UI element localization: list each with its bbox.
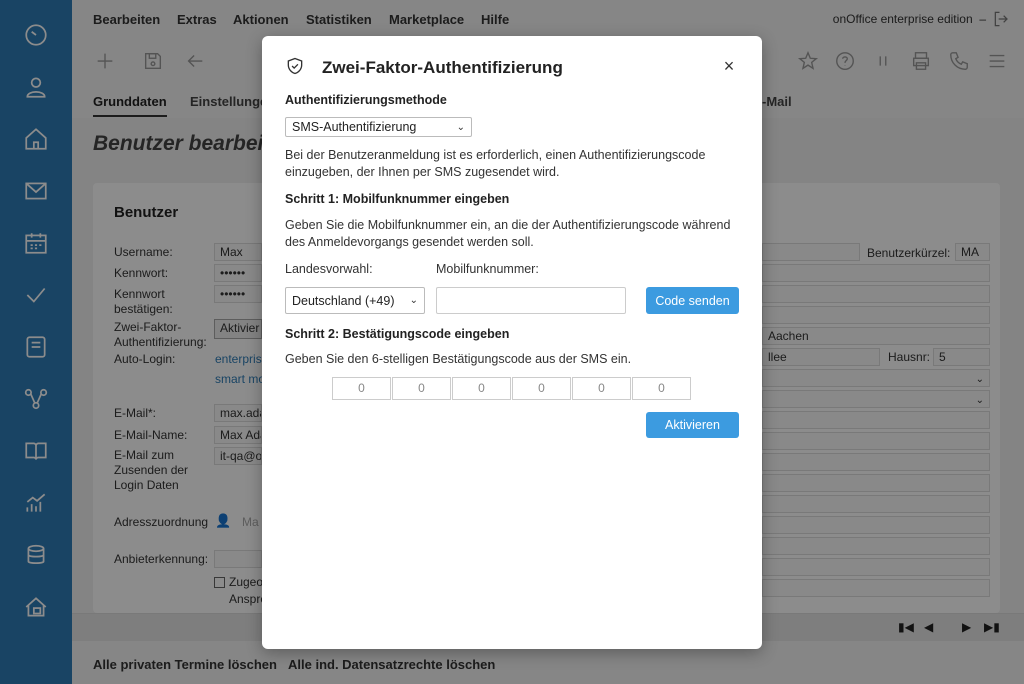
code-digit-3[interactable]: 0 [452,377,511,400]
code-digit-1[interactable]: 0 [332,377,391,400]
method-select-value: SMS-Authentifizierung [292,120,417,134]
mobile-number-label: Mobilfunknummer: [436,262,539,276]
country-code-label: Landesvorwahl: [285,262,373,276]
step2-title: Schritt 2: Bestätigungscode eingeben [285,327,510,341]
send-code-button[interactable]: Code senden [646,287,739,314]
method-label: Authentifizierungsmethode [285,93,447,107]
step2-text: Geben Sie den 6-stelligen Bestätigungsco… [285,352,632,366]
chevron-down-icon: ⌄ [456,121,465,133]
two-factor-dialog: Zwei-Faktor-Authentifizierung × Authenti… [262,36,762,649]
method-select[interactable]: SMS-Authentifizierung ⌄ [285,117,472,137]
activate-button[interactable]: Aktivieren [646,412,739,438]
chevron-down-icon: ⌄ [409,295,418,306]
code-digit-6[interactable]: 0 [632,377,691,400]
close-icon[interactable]: × [719,56,739,76]
step1-title: Schritt 1: Mobilfunknummer eingeben [285,192,510,206]
method-description: Bei der Benutzeranmeldung ist es erforde… [285,148,706,179]
code-digit-2[interactable]: 0 [392,377,451,400]
code-digit-4[interactable]: 0 [512,377,571,400]
shield-icon [287,57,303,75]
mobile-number-input[interactable] [436,287,626,314]
code-digit-5[interactable]: 0 [572,377,631,400]
dialog-title: Zwei-Faktor-Authentifizierung [322,58,563,77]
country-code-select[interactable]: Deutschland (+49) ⌄ [285,287,425,314]
step1-text: Geben Sie die Mobilfunknummer ein, an di… [285,218,731,249]
country-code-value: Deutschland (+49) [292,293,395,308]
